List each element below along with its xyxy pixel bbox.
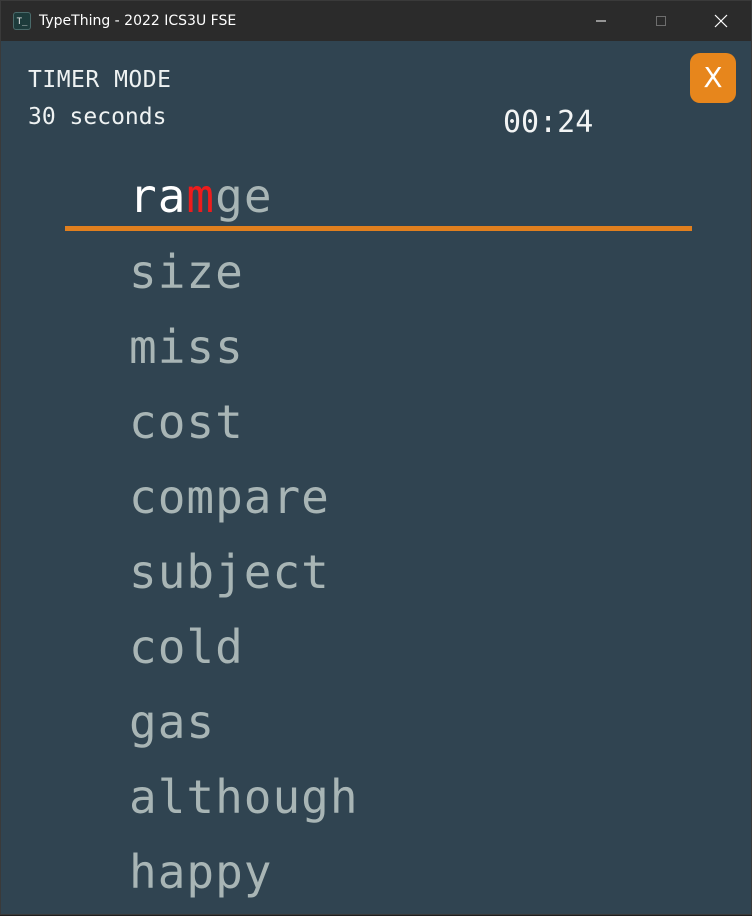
current-word-char-error: m xyxy=(186,169,216,223)
app-icon: T_ xyxy=(13,12,31,30)
upcoming-word: compare xyxy=(129,470,330,524)
countdown-timer: 00:24 xyxy=(503,105,594,140)
upcoming-word: size xyxy=(129,245,244,299)
app-window: T_ TypeThing - 2022 ICS3U FSE TIMER MODE… xyxy=(0,0,752,915)
current-word-char-typed: r xyxy=(129,169,158,223)
upcoming-word: miss xyxy=(129,320,244,374)
mode-label: TIMER MODE xyxy=(28,67,172,93)
upcoming-word: cold xyxy=(129,620,244,674)
upcoming-word: although xyxy=(129,770,359,824)
close-icon xyxy=(714,14,728,28)
current-word-underline xyxy=(65,226,692,231)
window-title: TypeThing - 2022 ICS3U FSE xyxy=(39,13,237,29)
current-word-char-pending: e xyxy=(243,169,273,223)
upcoming-word: cost xyxy=(129,395,244,449)
mode-duration: 30 seconds xyxy=(28,104,167,130)
maximize-icon xyxy=(656,16,666,26)
window-controls xyxy=(571,1,751,41)
maximize-button[interactable] xyxy=(631,1,691,41)
current-word-char-pending: g xyxy=(215,169,244,223)
title-bar[interactable]: T_ TypeThing - 2022 ICS3U FSE xyxy=(1,1,751,41)
current-word: ramge xyxy=(129,165,273,227)
close-window-button[interactable] xyxy=(691,1,751,41)
upcoming-word: gas xyxy=(129,695,216,749)
upcoming-word-list: size miss cost compare subject cold gas althoug… xyxy=(129,241,359,916)
minimize-icon xyxy=(596,20,606,22)
upcoming-word: happy xyxy=(129,845,273,899)
upcoming-word: subject xyxy=(129,545,330,599)
current-word-char-typed: a xyxy=(157,169,187,223)
exit-button[interactable]: X xyxy=(690,53,736,103)
game-area[interactable]: TIMER MODE 30 seconds 00:24 X ramge size… xyxy=(1,41,751,916)
minimize-button[interactable] xyxy=(571,1,631,41)
